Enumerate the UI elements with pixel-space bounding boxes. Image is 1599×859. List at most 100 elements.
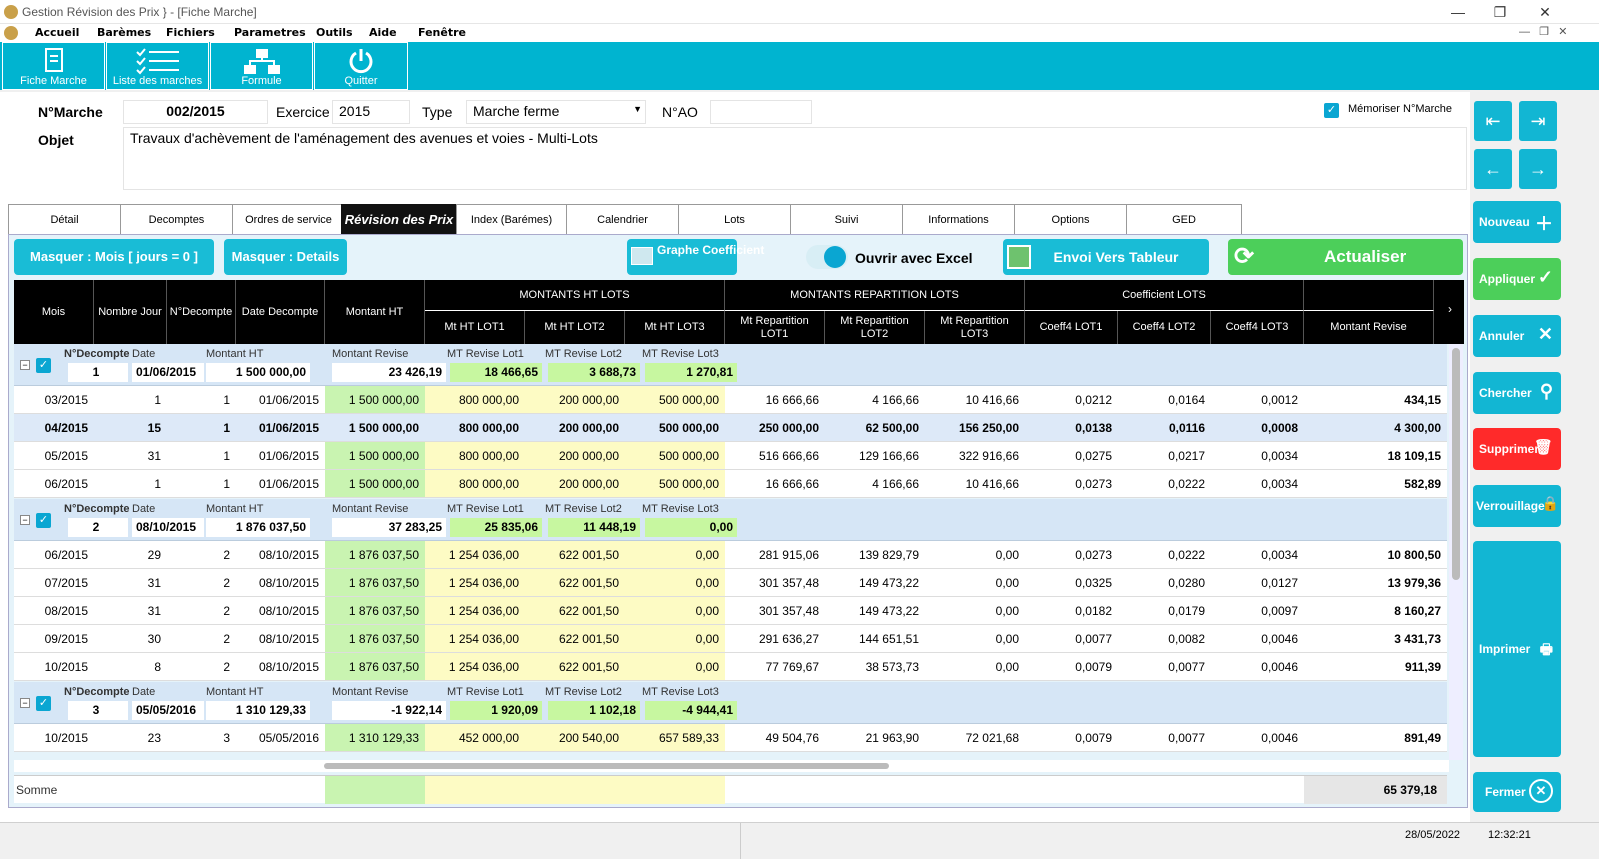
exercice-field[interactable]: 2015: [332, 100, 410, 124]
group-coefficient: Coefficient LOTS: [1025, 280, 1304, 311]
table-cell: 38 573,73: [865, 659, 919, 674]
col-coeff-lot3[interactable]: Coeff4 LOT3: [1211, 311, 1304, 344]
chercher-button[interactable]: Chercher ⚲: [1473, 372, 1561, 414]
col-mois[interactable]: Mois: [14, 280, 94, 344]
excel-toggle[interactable]: [806, 245, 848, 269]
imprimer-button[interactable]: Imprimer 🖶: [1473, 541, 1561, 757]
menu-outils[interactable]: Outils: [316, 26, 353, 39]
table-row[interactable]: 10/2015 23 3 05/05/2016 1 310 129,33 452 000,…: [14, 724, 1447, 752]
table-row[interactable]: 03/2015 1 1 01/06/2015 1 500 000,00 800 000,0…: [14, 386, 1447, 414]
first-record-icon[interactable]: ⇤: [1474, 101, 1512, 141]
type-select[interactable]: Marche ferme ▼: [466, 100, 646, 124]
quitter-button[interactable]: Quitter: [314, 42, 408, 90]
group-checkbox[interactable]: ✓: [36, 696, 51, 711]
tab-detail[interactable]: Détail: [8, 204, 121, 235]
tab-index-baremes[interactable]: Index (Barémes): [456, 204, 567, 235]
table-cell: 01/06/2015: [258, 476, 319, 491]
tab-suivi[interactable]: Suivi: [790, 204, 903, 235]
scroll-right-icon[interactable]: ›: [1448, 302, 1452, 316]
table-row[interactable]: 06/2015 29 2 08/10/2015 1 876 037,50 1 254 03…: [14, 541, 1447, 569]
verrouillage-button[interactable]: Verrouillage 🔒: [1473, 485, 1561, 527]
appliquer-button[interactable]: Appliquer ✓: [1473, 258, 1561, 300]
memoriser-label: Mémoriser N°Marche: [1348, 103, 1453, 115]
group-checkbox[interactable]: ✓: [36, 358, 51, 373]
table-cell: 2: [223, 547, 230, 562]
vertical-scroll-thumb[interactable]: [1452, 348, 1460, 580]
col-mt-ht-lot2[interactable]: Mt HT LOT2: [525, 311, 625, 344]
menu-fichiers[interactable]: Fichiers: [166, 26, 215, 39]
fermer-button[interactable]: Fermer ✕: [1473, 772, 1561, 812]
n-marche-field[interactable]: 002/2015: [123, 100, 268, 124]
group-checkbox[interactable]: ✓: [36, 513, 51, 528]
col-mt-ht-lot1[interactable]: Mt HT LOT1: [425, 311, 525, 344]
col-coeff-lot2[interactable]: Coeff4 LOT2: [1118, 311, 1211, 344]
tab-revision-des-prix[interactable]: Révision des Prix: [341, 204, 457, 235]
envoi-tableur-button[interactable]: Envoi Vers Tableur: [1003, 239, 1209, 275]
masquer-mois-button[interactable]: Masquer : Mois [ jours = 0 ]: [14, 239, 214, 275]
memoriser-checkbox[interactable]: ✓: [1324, 103, 1339, 118]
col-mt-ht-lot3[interactable]: Mt HT LOT3: [625, 311, 725, 344]
supprimer-button[interactable]: Supprimer 🗑: [1473, 428, 1561, 470]
menu-accueil[interactable]: Accueil: [35, 26, 79, 39]
chevron-down-icon[interactable]: ▼: [633, 104, 642, 114]
annuler-button[interactable]: Annuler ✕: [1473, 315, 1561, 357]
previous-record-icon[interactable]: ←: [1474, 149, 1512, 189]
col-montant-revise[interactable]: Montant Revise: [1304, 311, 1434, 344]
tab-ged[interactable]: GED: [1126, 204, 1242, 235]
table-cell: 156 250,00: [958, 420, 1019, 435]
masquer-details-button[interactable]: Masquer : Details: [224, 239, 347, 275]
table-cell: 4 300,00: [1394, 420, 1441, 435]
formule-button[interactable]: Formule: [210, 42, 313, 90]
close-button[interactable]: ✕: [1535, 2, 1555, 22]
tab-lots[interactable]: Lots: [678, 204, 791, 235]
fiche-marche-button[interactable]: Fiche Marche: [2, 42, 105, 90]
col-nombre-jour[interactable]: Nombre Jour: [94, 280, 167, 344]
col-n-decompte[interactable]: N°Decompte: [167, 280, 236, 344]
horizontal-scrollbar[interactable]: [14, 760, 1449, 772]
tab-informations[interactable]: Informations: [902, 204, 1015, 235]
next-record-icon[interactable]: →: [1519, 149, 1557, 189]
table-row[interactable]: 09/2015 30 2 08/10/2015 1 876 037,50 1 254 03…: [14, 625, 1447, 653]
table-cell: 891,49: [1404, 730, 1441, 745]
menu-aide[interactable]: Aide: [369, 26, 397, 39]
col-rep-lot2[interactable]: Mt Repartition LOT2: [825, 311, 925, 344]
table-row[interactable]: 10/2015 8 2 08/10/2015 1 876 037,50 1 254 036…: [14, 653, 1447, 681]
table-row[interactable]: 04/2015 15 1 01/06/2015 1 500 000,00 800 000,…: [14, 414, 1447, 442]
graphe-coefficient-button[interactable]: Graphe Coefficient: [627, 239, 764, 275]
group-mht-label: Montant HT: [206, 348, 264, 360]
menu-parametres[interactable]: Parametres: [234, 26, 306, 39]
col-rep-lot3[interactable]: Mt Repartition LOT3: [925, 311, 1025, 344]
table-row[interactable]: 07/2015 31 2 08/10/2015 1 876 037,50 1 254 03…: [14, 569, 1447, 597]
table-cell: 0,0034: [1261, 476, 1298, 491]
collapse-icon[interactable]: −: [20, 698, 30, 708]
tab-decomptes[interactable]: Decomptes: [120, 204, 233, 235]
table-row[interactable]: 05/2015 31 1 01/06/2015 1 500 000,00 800 000,…: [14, 442, 1447, 470]
tab-options[interactable]: Options: [1014, 204, 1127, 235]
minimize-button[interactable]: —: [1448, 2, 1468, 22]
nao-field[interactable]: [710, 100, 812, 124]
col-date-decompte[interactable]: Date Decompte: [236, 280, 325, 344]
nouveau-button[interactable]: Nouveau ＋: [1473, 201, 1561, 243]
menu-baremes[interactable]: Barèmes: [97, 26, 151, 39]
actualiser-button[interactable]: ⟳ Actualiser: [1228, 239, 1463, 275]
app-menu-icon[interactable]: [4, 26, 18, 40]
last-record-icon[interactable]: ⇥: [1519, 101, 1557, 141]
col-coeff-lot1[interactable]: Coeff4 LOT1: [1025, 311, 1118, 344]
table-row[interactable]: 06/2015 1 1 01/06/2015 1 500 000,00 800 000,0…: [14, 470, 1447, 498]
table-row[interactable]: 08/2015 31 2 08/10/2015 1 876 037,50 1 254 03…: [14, 597, 1447, 625]
vertical-scrollbar[interactable]: [1449, 344, 1463, 760]
search-icon: ⚲: [1539, 381, 1553, 401]
collapse-icon[interactable]: −: [20, 360, 30, 370]
mdi-controls[interactable]: — ❐ ✕: [1519, 25, 1567, 38]
col-montant-ht[interactable]: Montant HT: [325, 280, 425, 344]
liste-marches-button[interactable]: Liste des marches: [106, 42, 209, 90]
tab-ordres-de-service[interactable]: Ordres de service: [232, 204, 345, 235]
collapse-icon[interactable]: −: [20, 515, 30, 525]
tab-calendrier[interactable]: Calendrier: [566, 204, 679, 235]
horizontal-scroll-thumb[interactable]: [324, 763, 889, 769]
maximize-button[interactable]: ❐: [1490, 2, 1510, 22]
menu-fenetre[interactable]: Fenêtre: [418, 26, 466, 39]
objet-field[interactable]: Travaux d'achèvement de l'aménagement de…: [123, 127, 1467, 190]
col-rep-lot1[interactable]: Mt Repartition LOT1: [725, 311, 825, 344]
table-cell: 911,39: [1404, 659, 1441, 674]
